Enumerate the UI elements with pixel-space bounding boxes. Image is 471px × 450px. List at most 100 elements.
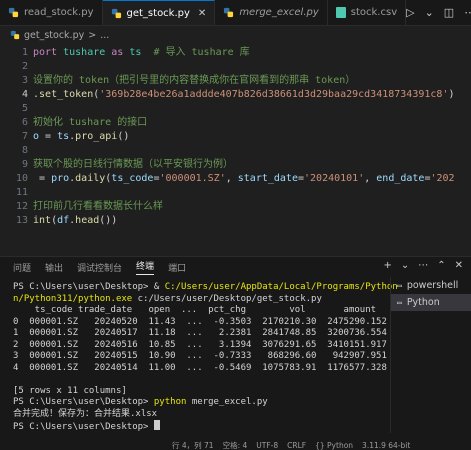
code-text: port tushare as ts # 导入 tushare 库 — [33, 47, 250, 58]
code-line[interactable]: 11 — [0, 186, 471, 200]
ellipsis-icon[interactable]: ⋯ — [418, 260, 428, 271]
terminal-line: 1 000001.SZ 20240517 11.18 ... 2.2381 28… — [13, 328, 387, 338]
code-text: 设置你的 token（把引号里的内容替换成你在官网看到的那串 token） — [33, 75, 356, 86]
terminal-line: 0 000001.SZ 20240520 11.43 ... -0.3503 2… — [13, 316, 387, 327]
status-item[interactable]: {} Python — [315, 441, 353, 450]
terminal-label: Python — [406, 297, 440, 308]
chevron-down-icon[interactable]: ⌄ — [401, 260, 409, 271]
status-item[interactable]: 3.11.9 64-bit — [362, 441, 410, 450]
terminal-instance[interactable]: ▭ Python — [391, 294, 471, 311]
tab-stock-csv[interactable]: stock.csv — [328, 0, 407, 25]
code-line[interactable]: 4 .set_token('369b28e4be26a1addde407b826d… — [0, 88, 471, 102]
code-line[interactable]: 7 o = ts.pro_api() — [0, 130, 471, 144]
tab-read-stock[interactable]: read_stock.py — [0, 0, 103, 25]
line-number: 1 — [21, 47, 28, 58]
terminal-line: PS C:\Users\user\Desktop> & C:/Users/use… — [13, 282, 398, 292]
python-file-icon — [8, 7, 19, 18]
terminal-line: [5 rows x 11 columns] — [13, 385, 127, 396]
play-icon[interactable]: ▷ — [406, 6, 414, 19]
code-line[interactable]: 8 — [0, 144, 471, 158]
terminal-icon: ▭ — [397, 298, 402, 307]
code-text: 获取个股的日线行情数据（以平安银行为例） — [33, 159, 233, 170]
bottom-panel: 问题 输出 调试控制台 终端 端口 + ⌄ ⋯ ⌃ ✕ PS C:\Users\user… — [0, 256, 471, 450]
panel-tab[interactable]: 问题 — [13, 261, 31, 274]
tab-get-stock[interactable]: get_stock.py ✕ — [102, 0, 216, 25]
tab-label: stock.csv — [350, 7, 398, 18]
line-number: 7 — [21, 131, 28, 142]
python-file-icon — [10, 30, 20, 40]
panel-tab[interactable]: 终端 — [136, 259, 155, 275]
tab-label: merge_excel.py — [239, 7, 319, 18]
breadcrumb: get_stock.py > ... — [0, 26, 471, 44]
chevron-down-icon[interactable]: ⌄ — [425, 6, 434, 19]
terminal-line: 合并完成！保存为：合并结果.xlsx — [13, 408, 158, 419]
csv-file-icon — [335, 7, 346, 18]
status-item[interactable]: CRLF — [287, 441, 306, 450]
code-text: .set_token('369b28e4be26a1addde407b826d3… — [33, 89, 455, 100]
maximize-icon[interactable]: ⌃ — [437, 260, 445, 271]
code-line[interactable]: 2 — [0, 60, 471, 74]
code-line[interactable]: 3 设置你的 token（把引号里的内容替换成你在官网看到的那串 token） — [0, 74, 471, 88]
code-text: 初始化 tushare 的接口 — [33, 117, 148, 128]
tab-label: get_stock.py — [126, 7, 190, 19]
line-number: 5 — [21, 103, 28, 114]
breadcrumb-separator: > — [88, 29, 97, 41]
code-line[interactable]: 9 获取个股的日线行情数据（以平安银行为例） — [0, 158, 471, 172]
status-item[interactable]: 空格: 4 — [223, 440, 248, 450]
line-number: 6 — [21, 117, 28, 128]
editor-actions: ▷ ⌄ ◫ ⋯ — [406, 0, 471, 25]
code-editor[interactable]: 1 port tushare as ts # 导入 tushare 库 2 3 设置你的… — [0, 44, 471, 256]
tab-merge-excel[interactable]: merge_excel.py — [215, 0, 328, 25]
breadcrumb-file[interactable]: get_stock.py — [24, 30, 84, 41]
panel-tab[interactable]: 端口 — [168, 261, 186, 274]
terminal-list: ▭ powershell ▭ Python — [390, 277, 471, 433]
ellipsis-icon[interactable]: ⋯ — [464, 6, 471, 19]
plus-icon[interactable]: + — [383, 260, 391, 271]
terminal-icon: ▭ — [397, 281, 402, 290]
code-line[interactable]: 12 打印前几行看看数据长什么样 — [0, 200, 471, 214]
line-number: 8 — [21, 145, 28, 156]
code-text: int(df.head()) — [33, 215, 118, 226]
split-editor-icon[interactable]: ◫ — [444, 6, 454, 19]
python-file-icon — [224, 7, 234, 18]
terminal-instance[interactable]: ▭ powershell — [391, 277, 471, 294]
line-number: 11 — [15, 187, 28, 198]
terminal-output[interactable]: PS C:\Users\user\Desktop> & C:/Users/use… — [0, 279, 398, 432]
terminal-label: powershell — [406, 280, 459, 291]
code-line[interactable]: 6 初始化 tushare 的接口 — [0, 116, 471, 130]
status-item[interactable]: UTF-8 — [256, 441, 278, 450]
line-number: 3 — [21, 75, 28, 86]
tab-label: read_stock.py — [24, 7, 94, 18]
line-number: 4 — [21, 89, 28, 100]
code-line[interactable]: 10 = pro.daily(ts_code='000001.SZ', star… — [0, 172, 471, 186]
status-item[interactable]: 行 4，列 71 — [172, 440, 214, 450]
close-icon[interactable]: ✕ — [455, 260, 463, 271]
code-text: o = ts.pro_api() — [33, 131, 130, 142]
panel-actions: + ⌄ ⋯ ⌃ ✕ — [383, 260, 463, 271]
line-number: 13 — [15, 215, 28, 226]
code-line[interactable]: 1 port tushare as ts # 导入 tushare 库 — [0, 46, 471, 60]
panel-tab[interactable]: 调试控制台 — [77, 261, 122, 274]
close-icon[interactable]: ✕ — [198, 8, 206, 19]
line-number: 10 — [15, 173, 28, 184]
python-file-icon — [111, 8, 121, 18]
terminal-line: PS C:\Users\user\Desktop> — [13, 420, 386, 432]
code-line[interactable]: 13 int(df.head()) — [0, 214, 471, 228]
code-text: 打印前几行看看数据长什么样 — [33, 201, 163, 212]
line-number: 12 — [15, 201, 28, 212]
terminal-line: PS C:\Users\user\Desktop> python merge_e… — [13, 397, 268, 407]
terminal-line: 4 000001.SZ 20240514 11.00 ... -0.5469 1… — [13, 362, 387, 373]
terminal-line: ts_code trade_date open ... pct_chg vol … — [13, 305, 377, 315]
terminal-line: 3 000001.SZ 20240515 10.90 ... -0.7333 8… — [13, 351, 387, 361]
code-line[interactable]: 5 — [0, 102, 471, 116]
terminal-line: n/Python311/python.exe c:/Users/user/Des… — [13, 293, 322, 304]
code-text: = pro.daily(ts_code='000001.SZ', start_d… — [33, 173, 455, 184]
panel-tab[interactable]: 输出 — [45, 261, 63, 274]
line-number: 9 — [21, 159, 28, 170]
line-number: 2 — [21, 61, 28, 72]
terminal-line: 2 000001.SZ 20240516 10.85 ... 3.1394 30… — [13, 339, 387, 350]
status-bar: 行 4，列 71 空格: 4 UTF-8 CRLF {} Python 3.11.9 64… — [0, 440, 471, 450]
editor-tab-bar: read_stock.py get_stock.py ✕ merge_excel… — [0, 0, 471, 26]
breadcrumb-trail[interactable]: ... — [100, 30, 109, 41]
